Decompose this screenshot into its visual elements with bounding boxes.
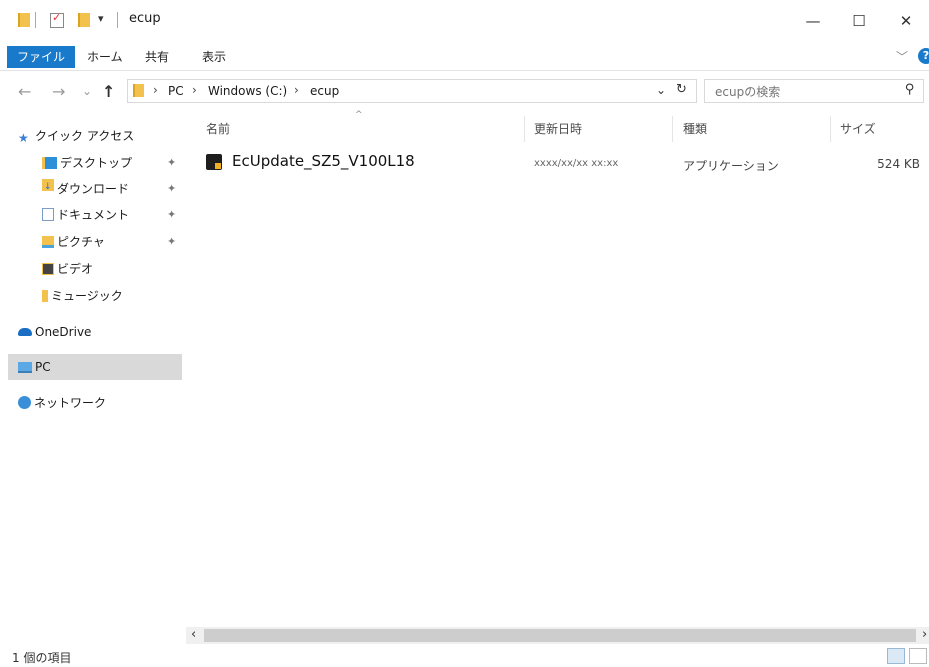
sidebar-item-label: デスクトップ (60, 156, 133, 170)
properties-icon[interactable]: ✓ (50, 11, 64, 28)
tab-view[interactable]: 表示 (192, 46, 236, 68)
qa-dropdown-icon[interactable]: ▾ (98, 12, 104, 25)
pin-icon[interactable]: ✦ (167, 156, 176, 169)
breadcrumb-drive[interactable]: Windows (C:) (208, 84, 287, 98)
network-icon (18, 396, 31, 409)
ribbon-tabs: ファイル ホーム 共有 表示 ﹀ ? (0, 42, 929, 71)
sidebar-item-desktop[interactable]: デスクトップ (42, 151, 132, 175)
help-icon[interactable]: ? (918, 48, 929, 64)
computer-icon (18, 362, 32, 373)
maximize-button[interactable]: ☐ (836, 6, 882, 36)
documents-icon (42, 208, 54, 221)
sidebar-item-label: ドキュメント (57, 208, 130, 222)
breadcrumb-pc[interactable]: PC (168, 84, 184, 98)
file-modified: xxxx/xx/xx xx:xx (534, 158, 619, 169)
sidebar-item-label: ピクチャ (57, 235, 105, 249)
tab-home[interactable]: ホーム (77, 46, 133, 68)
forward-button[interactable]: → (52, 82, 65, 101)
folder-icon[interactable] (18, 13, 30, 27)
status-bar: 1 個の項目 (0, 644, 929, 667)
column-header-type[interactable]: 種類 (683, 120, 707, 137)
pictures-icon (42, 236, 54, 248)
breadcrumb-separator[interactable]: › (294, 83, 299, 97)
title-bar: ✓ ▾ ecup — ☐ ✕ (0, 0, 929, 42)
sidebar-item-documents[interactable]: ドキュメント (42, 203, 129, 227)
address-dropdown-icon[interactable]: ⌄ (656, 83, 666, 97)
pin-icon[interactable]: ✦ (167, 182, 176, 195)
breadcrumb-ecup[interactable]: ecup (310, 84, 339, 98)
desktop-icon (42, 157, 57, 169)
pin-icon[interactable]: ✦ (167, 235, 176, 248)
minimize-button[interactable]: — (790, 6, 836, 36)
column-divider[interactable] (672, 116, 673, 142)
column-divider[interactable] (524, 116, 525, 142)
item-count: 1 個の項目 (12, 651, 72, 665)
window-title: ecup (129, 11, 161, 26)
close-button[interactable]: ✕ (883, 6, 929, 36)
sidebar-item-label: OneDrive (35, 325, 92, 339)
videos-icon (42, 263, 54, 275)
back-button[interactable]: ← (18, 82, 31, 101)
sidebar-item-label: クイック アクセス (35, 129, 135, 143)
music-icon (42, 290, 48, 302)
column-header-name[interactable]: 名前 (206, 120, 230, 137)
ec-app-icon (206, 154, 222, 170)
divider (117, 12, 118, 28)
column-divider[interactable] (830, 116, 831, 142)
recent-locations-button[interactable]: ⌄ (82, 84, 92, 98)
refresh-button[interactable]: ↻ (676, 82, 687, 97)
details-view-button[interactable] (887, 648, 905, 664)
file-name[interactable]: EcUpdate_SZ5_V100L18 (232, 152, 415, 170)
sidebar-item-label: ミュージック (51, 289, 123, 303)
divider (35, 12, 36, 28)
folder-icon (133, 84, 144, 97)
cloud-icon (18, 328, 32, 336)
search-icon[interactable]: ⚲ (905, 82, 915, 97)
sidebar-item-label: PC (35, 360, 51, 374)
table-row[interactable]: EcUpdate_SZ5_V100L18 xxxx/xx/xx xx:xx アプ… (190, 148, 929, 174)
sidebar-item-music[interactable]: ミュージック (42, 284, 123, 308)
scrollbar-thumb[interactable] (204, 629, 916, 642)
sidebar-item-downloads[interactable]: ↓ ダウンロード (42, 177, 129, 201)
search-box[interactable]: ⚲ (704, 79, 924, 103)
sidebar-item-quick-access[interactable]: ★ クイック アクセス (18, 124, 134, 148)
sort-indicator-icon: ^ (355, 110, 363, 120)
up-button[interactable]: ↑ (102, 82, 115, 101)
column-header-modified[interactable]: 更新日時 (534, 120, 582, 137)
navigation-pane: ★ クイック アクセス デスクトップ ✦ ↓ ダウンロード ✦ ドキュメント ✦ ピ… (0, 112, 185, 627)
sidebar-item-network[interactable]: ネットワーク (18, 391, 106, 415)
pin-icon[interactable]: ✦ (167, 208, 176, 221)
downloads-icon: ↓ (42, 179, 54, 192)
file-size: 524 KB (877, 157, 920, 171)
star-icon: ★ (18, 131, 29, 145)
sidebar-item-pictures[interactable]: ピクチャ (42, 230, 105, 254)
file-type: アプリケーション (683, 159, 779, 173)
tab-file[interactable]: ファイル (7, 46, 76, 68)
large-icons-view-button[interactable] (909, 648, 927, 664)
sidebar-item-pc[interactable]: PC (18, 355, 51, 379)
address-bar[interactable]: › PC › Windows (C:) › ecup ⌄ ↻ (127, 79, 697, 103)
sidebar-item-videos[interactable]: ビデオ (42, 257, 93, 281)
icon-accent (215, 163, 221, 169)
scroll-left-button[interactable]: ‹ (191, 627, 196, 642)
navigation-bar: ← → ⌄ ↑ › PC › Windows (C:) › ecup ⌄ ↻ ⚲ (0, 76, 929, 108)
horizontal-scrollbar[interactable]: ‹ › (186, 627, 929, 644)
search-input[interactable] (713, 82, 897, 102)
sidebar-item-onedrive[interactable]: OneDrive (18, 320, 91, 344)
column-header-size[interactable]: サイズ (840, 120, 876, 137)
breadcrumb-separator[interactable]: › (192, 83, 197, 97)
breadcrumb-separator[interactable]: › (153, 83, 158, 97)
file-list: ^ 名前 更新日時 種類 サイズ EcUpdate_SZ5_V100L18 xx… (190, 110, 929, 627)
scroll-right-button[interactable]: › (922, 627, 927, 642)
tab-share[interactable]: 共有 (135, 46, 179, 68)
new-folder-icon[interactable] (78, 13, 90, 27)
sidebar-item-label: ビデオ (57, 262, 94, 276)
ribbon-expand-icon[interactable]: ﹀ (896, 48, 908, 65)
sidebar-item-label: ネットワーク (34, 396, 107, 410)
sidebar-item-label: ダウンロード (57, 182, 130, 196)
